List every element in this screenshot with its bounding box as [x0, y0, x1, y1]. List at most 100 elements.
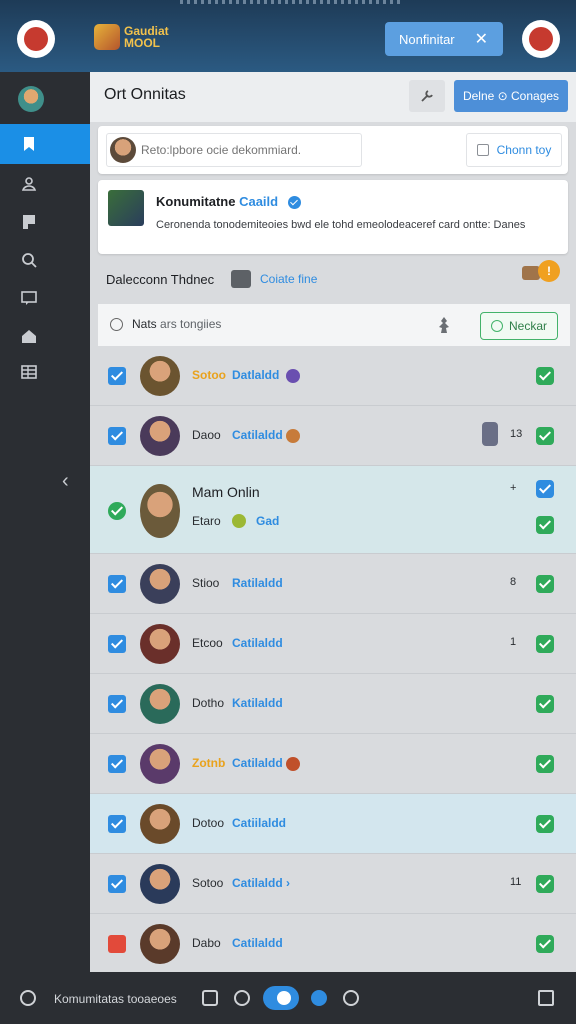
- avatar: [140, 924, 180, 964]
- sidebar-item-messages[interactable]: [0, 278, 90, 318]
- avatar: [140, 356, 180, 396]
- hat-icon[interactable]: [202, 990, 218, 1006]
- logo-text-line2: MOOL: [124, 36, 160, 50]
- sidebar: ‹: [0, 72, 90, 972]
- status-dot-icon: [286, 429, 300, 443]
- row-check-icon[interactable]: [536, 480, 554, 498]
- section-title: Dalecconn Thdnec: [106, 272, 215, 287]
- row-checkbox[interactable]: [108, 635, 126, 653]
- sidebar-item-home[interactable]: [0, 316, 90, 356]
- row-check-icon[interactable]: [536, 875, 554, 893]
- row-link[interactable]: Gad: [256, 514, 279, 528]
- section-toggle-icon[interactable]: [231, 270, 251, 288]
- window-icon[interactable]: [538, 990, 554, 1006]
- row-checkbox[interactable]: [108, 755, 126, 773]
- section-header: Dalecconn Thdnec Coiate fine !: [90, 260, 576, 296]
- close-icon[interactable]: ✕: [475, 29, 488, 49]
- warning-icon[interactable]: !: [538, 260, 560, 282]
- row-checkbox[interactable]: [108, 427, 126, 445]
- info-icon[interactable]: [20, 990, 36, 1006]
- primary-action-button[interactable]: Delne ⊙ Conages: [454, 80, 568, 112]
- row-check-icon[interactable]: [536, 695, 554, 713]
- globe-icon[interactable]: [343, 990, 359, 1006]
- row-check-icon[interactable]: [536, 755, 554, 773]
- toggle-switch[interactable]: [263, 986, 299, 1010]
- filter-label: Nats ars tongiies: [132, 317, 221, 331]
- row-link[interactable]: Catilaldd: [232, 936, 283, 950]
- bookmark-icon: [24, 137, 34, 151]
- list-item[interactable]: Sotoo Datlaldd: [90, 346, 576, 406]
- row-checkbox[interactable]: [108, 367, 126, 385]
- list-item[interactable]: Etcoo Catilaldd 1: [90, 614, 576, 674]
- row-count: +: [510, 482, 517, 494]
- row-count: 13: [510, 428, 523, 440]
- sidebar-item-table[interactable]: [0, 352, 90, 392]
- flag-icon: [23, 215, 35, 229]
- search-input[interactable]: [141, 134, 356, 166]
- status-dot-icon: [232, 514, 246, 528]
- avatar: [140, 484, 180, 538]
- list-item[interactable]: Stioo Ratilaldd 8: [90, 554, 576, 614]
- avatar: [140, 804, 180, 844]
- game-thumbnail: [108, 190, 144, 226]
- app-avatar[interactable]: [17, 20, 55, 58]
- list-item[interactable]: Zotnb Catilaldd: [90, 734, 576, 794]
- profile-avatar[interactable]: [18, 86, 44, 112]
- row-link[interactable]: Katilaldd: [232, 696, 283, 710]
- search-right-button[interactable]: Chonn toy: [466, 133, 562, 167]
- list-item[interactable]: Dotoo Catiilaldd: [90, 794, 576, 854]
- row-link[interactable]: Catiilaldd: [232, 816, 286, 830]
- status-dot-icon: [286, 757, 300, 771]
- play-icon: [490, 320, 503, 332]
- sidebar-item-users[interactable]: [0, 164, 90, 204]
- status-indicator: [180, 0, 400, 4]
- row-check-icon[interactable]: [536, 935, 554, 953]
- row-checkbox[interactable]: [108, 875, 126, 893]
- list-item[interactable]: Dotho Katilaldd: [90, 674, 576, 734]
- table-icon: [21, 365, 37, 379]
- row-checkbox[interactable]: [108, 815, 126, 833]
- row-link[interactable]: Catilaldd: [232, 636, 283, 650]
- help-icon[interactable]: [234, 990, 250, 1006]
- row-check-icon[interactable]: [536, 815, 554, 833]
- row-check-icon[interactable]: [536, 516, 554, 534]
- row-name: Dotoo: [192, 816, 225, 830]
- info-title: Konumitatne Caaild: [156, 194, 301, 210]
- row-checkbox[interactable]: [108, 502, 126, 520]
- row-link[interactable]: Datlaldd: [232, 368, 279, 382]
- list-item[interactable]: Dabo Catilaldd: [90, 914, 576, 972]
- row-check-icon[interactable]: [536, 635, 554, 653]
- sidebar-item-search[interactable]: [0, 240, 90, 280]
- search-card: Chonn toy: [98, 126, 568, 174]
- list-item[interactable]: Daoo Catilaldd 13: [90, 406, 576, 466]
- search-field[interactable]: [106, 133, 362, 167]
- row-checkbox[interactable]: [108, 935, 126, 953]
- row-link[interactable]: Catilaldd: [232, 428, 283, 442]
- row-name: Dotho: [192, 696, 225, 710]
- tools-button[interactable]: [409, 80, 445, 112]
- row-checkbox[interactable]: [108, 575, 126, 593]
- row-name: Sotoo: [192, 368, 226, 382]
- user-avatar[interactable]: [522, 20, 560, 58]
- sidebar-item-flag[interactable]: [0, 202, 90, 242]
- row-name: Stioo: [192, 576, 220, 590]
- row-link[interactable]: Catilaldd: [232, 756, 283, 770]
- notification-button[interactable]: Nonfinitar ✕: [385, 22, 503, 56]
- row-check-icon[interactable]: [536, 427, 554, 445]
- row-name: Zotnb: [192, 756, 226, 770]
- sidebar-item-bookmarks[interactable]: [0, 124, 90, 164]
- row-checkbox[interactable]: [108, 695, 126, 713]
- row-name: Dabo: [192, 936, 221, 950]
- row-count: 8: [510, 576, 517, 588]
- list-item[interactable]: Mam Onlin Etaro Gad +: [90, 466, 576, 554]
- status-dot-icon[interactable]: [311, 990, 327, 1006]
- row-check-icon[interactable]: [536, 575, 554, 593]
- filter-bar: Nats ars tongiies Neckar: [98, 304, 570, 346]
- section-link[interactable]: Coiate fine: [260, 272, 317, 286]
- collapse-sidebar-icon[interactable]: ‹: [62, 470, 69, 493]
- row-link[interactable]: Catilaldd ›: [232, 876, 290, 890]
- filter-action-button[interactable]: Neckar: [480, 312, 558, 340]
- list-item[interactable]: Sotoo Catilaldd › 11: [90, 854, 576, 914]
- row-check-icon[interactable]: [536, 367, 554, 385]
- row-link[interactable]: Ratilaldd: [232, 576, 283, 590]
